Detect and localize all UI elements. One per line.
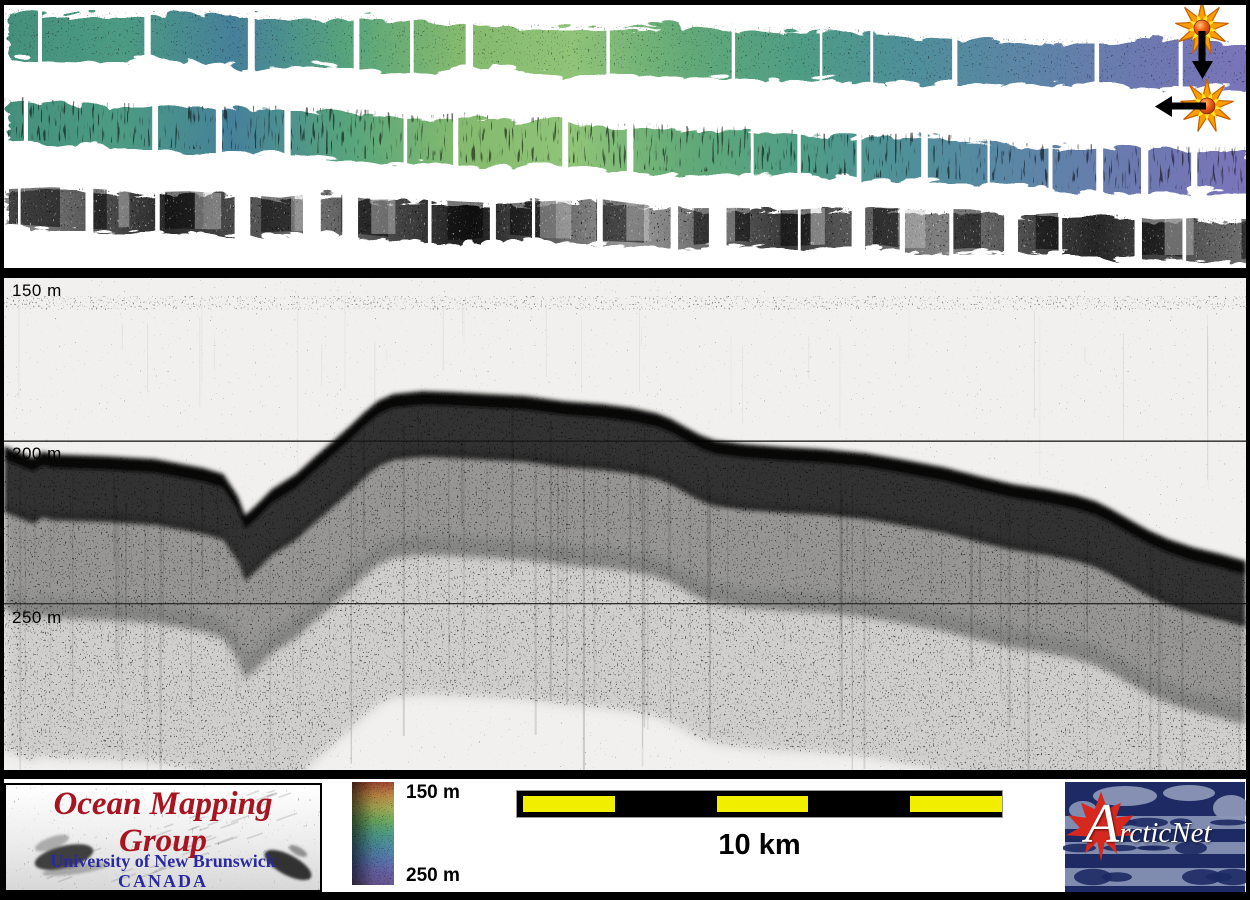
depth-colorbar: 150 m 250 m [352,782,472,890]
depth-label-200m: 200 m [12,444,62,464]
scale-bar-label: 10 km [516,829,1003,862]
scale-bar: 10 km [516,790,1003,860]
scale-bar-graphic [516,790,1003,818]
swath-mosaic-panel [4,5,1246,268]
depth-label-150m: 150 m [12,281,62,301]
arcticnet-logo-text: ArcticNet [1085,802,1212,856]
arcticnet-logo: ArcticNet [1063,780,1246,892]
omg-logo-country: CANADA [6,871,320,892]
omg-logo-university: University of New Brunswick [6,851,320,872]
echogram-graphic [4,278,1246,770]
legend-bar: Ocean Mapping Group University of New Br… [4,779,1246,892]
swath-strips-graphic [4,5,1246,268]
colorbar-bottom-label: 250 m [406,865,460,887]
depth-colorbar-gradient [352,782,394,885]
subbottom-echogram-panel: 150 m 200 m 250 m [4,278,1246,770]
bathymetry-swath-lower [4,83,1246,205]
omg-logo-title: Ocean Mapping Group [6,786,320,860]
colorbar-top-label: 150 m [406,782,460,804]
bathymetry-swath-upper [4,5,1246,99]
near-surface-scatter-band [4,296,1246,310]
omg-logo: Ocean Mapping Group University of New Br… [4,783,322,892]
depth-label-250m: 250 m [12,608,62,628]
